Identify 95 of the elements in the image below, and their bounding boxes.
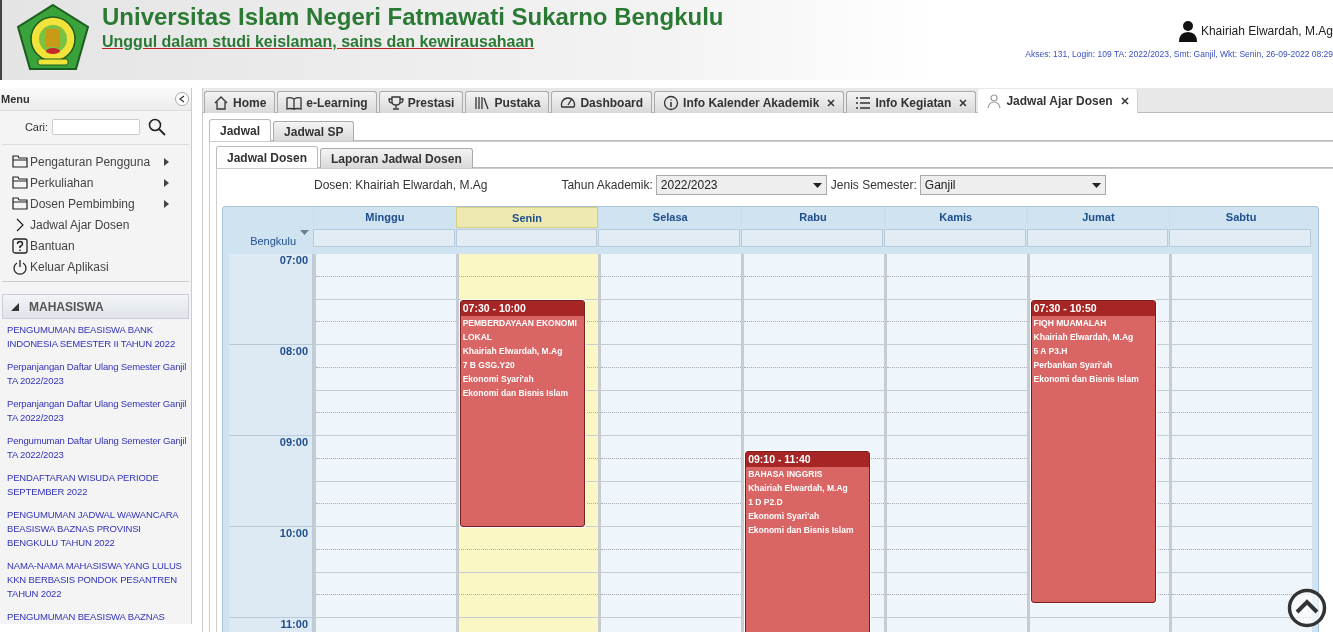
menu-item[interactable]: Dosen Pembimbing xyxy=(30,196,162,211)
day-header: Senin xyxy=(455,207,599,228)
event-time: 07:30 - 10:50 xyxy=(1031,300,1155,316)
menu-item[interactable]: Perkuliahan xyxy=(30,175,162,190)
lecturer-name: Khairiah Elwardah, M.Ag xyxy=(747,482,849,496)
class-room: 5 A P3.H xyxy=(1032,344,1069,358)
hour-label: 11:00 xyxy=(280,618,308,630)
study-program: Ekonomi Syari'ah xyxy=(747,510,821,524)
schedule-event[interactable]: 07:30 - 10:50 FIQH MUAMALAH Khairiah Elwardah, M.Ag 5 A P3.H Perbankan Syari'ah Ekonomi dan Bisnis Islam xyxy=(1030,299,1156,603)
class-room: 1 D P2.D xyxy=(747,496,784,510)
hour-label: 07:00 xyxy=(279,254,308,266)
faculty-name: Ekonomi dan Bisnis Islam xyxy=(461,386,570,400)
book-icon xyxy=(286,94,303,111)
study-program: Ekonomi Syari'ah xyxy=(461,372,535,386)
scroll-top-icon[interactable] xyxy=(1287,588,1327,628)
tab[interactable]: Prestasi xyxy=(378,91,464,113)
person-icon xyxy=(986,93,1003,109)
tab[interactable]: Jadwal Dosen xyxy=(216,146,319,168)
tab[interactable]: Laporan Jadwal Dosen xyxy=(320,148,473,168)
announcement-link[interactable]: PENGUMUMAN BEASISWA BANK INDONESIA SEMESTER II TAHUN 2022 xyxy=(7,323,189,351)
day-header: Kamis xyxy=(883,207,1027,226)
announcement-link[interactable]: Perpanjangan Daftar Ulang Semester Ganjil TA 2022/2023 xyxy=(7,397,189,425)
folder-icon xyxy=(12,155,28,168)
lecturer-label: Dosen: Khairiah Elwardah, M.Ag xyxy=(314,178,488,192)
schedule-event[interactable]: 07:30 - 10:00 PEMBERDAYAAN EKONOMI LOKAL Khairiah Elwardah, M.Ag 7 B GSG.Y20 Ekonomi Syari'ah Ekonomi dan Bisnis Islam xyxy=(459,299,585,527)
course-title: BAHASA INGGRIS xyxy=(747,468,824,482)
tab[interactable]: Pustaka xyxy=(465,91,550,113)
search-label: Cari: xyxy=(24,121,49,133)
course-title: PEMBERDAYAAN EKONOMI LOKAL xyxy=(461,316,578,344)
day-header: Rabu xyxy=(741,207,884,226)
announcement-link[interactable]: Pengumuman Daftar Ulang Semester Ganjil TA 2022/2023 xyxy=(7,434,189,462)
collapse-button[interactable] xyxy=(175,92,189,106)
trophy-icon xyxy=(387,94,404,111)
hour-label: 09:00 xyxy=(279,436,308,448)
tab[interactable]: Dashboard xyxy=(551,91,653,113)
schedule-event[interactable]: 09:10 - 11:40 BAHASA INGGRIS Khairiah Elwardah, M.Ag 1 D P2.D Ekonomi Syari'ah Ekonomi dan Bisnis Islam xyxy=(745,451,871,632)
tab[interactable]: Jadwal SP xyxy=(273,121,355,141)
caret-down-icon xyxy=(300,230,309,235)
folder-icon xyxy=(12,176,28,189)
lecturer-name: Khairiah Elwardah, M.Ag xyxy=(461,344,564,358)
hour-label: 10:00 xyxy=(279,527,308,539)
day-header: Jumat xyxy=(1026,207,1170,226)
folder-icon xyxy=(12,197,28,210)
day-header: Selasa xyxy=(598,207,742,226)
announcement-link[interactable]: PENDAFTARAN WISUDA PERIODE SEPTEMBER 2022 xyxy=(7,471,189,499)
tab[interactable]: Home xyxy=(204,91,276,113)
announcement-link[interactable]: PENGUMUMAN BEASISWA BAZNAS xyxy=(7,610,189,624)
year-dropdown[interactable]: 2022/2023 xyxy=(655,175,827,195)
menu-item[interactable]: Bantuan xyxy=(30,238,162,253)
info-icon xyxy=(663,94,680,111)
menu-item[interactable]: Jadwal Ajar Dosen xyxy=(30,217,162,232)
chevron-left-icon xyxy=(179,95,185,103)
tab[interactable]: Info Kalender Akademik xyxy=(654,91,845,113)
site-title: Universitas Islam Negeri Fatmawati Sukarno Bengkulu xyxy=(102,3,724,31)
faculty-name: Ekonomi dan Bisnis Islam xyxy=(747,524,855,538)
help-icon xyxy=(12,237,28,254)
list-icon xyxy=(855,94,872,111)
announcement-link[interactable]: Perpanjangan Daftar Ulang Semester Ganjil TA 2022/2023 xyxy=(7,360,189,388)
tab[interactable]: Info Kegiatan xyxy=(846,91,977,113)
home-icon xyxy=(213,94,229,111)
announcement-link[interactable]: NAMA-NAMA MAHASISWA YANG LULUS KKN BERBASIS PONDOK PESANTREN TAHUN 2022 xyxy=(7,559,189,601)
caret-down-icon xyxy=(1091,182,1101,188)
day-header: Sabtu xyxy=(1169,207,1312,226)
day-header: Minggu xyxy=(313,207,456,226)
faculty-name: Ekonomi dan Bisnis Islam xyxy=(1032,372,1140,386)
panel-title: MAHASISWA xyxy=(29,299,104,314)
course-title: FIQH MUAMALAH xyxy=(1032,316,1108,330)
search-field[interactable] xyxy=(52,119,141,135)
menu-item[interactable]: Pengaturan Pengguna xyxy=(30,154,162,169)
class-room: 7 B GSG.Y20 xyxy=(461,358,516,372)
tagline-link[interactable]: Unggul dalam studi keislaman, sains dan kewirausahaan xyxy=(102,33,535,51)
power-icon xyxy=(12,258,28,275)
caret-down-icon xyxy=(812,182,822,188)
year-label: Tahun Akademik: xyxy=(561,178,653,192)
tab[interactable]: Jadwal Ajar Dosen xyxy=(978,89,1138,113)
panel-header[interactable]: MAHASISWA xyxy=(2,294,189,319)
lecturer-name: Khairiah Elwardah, M.Ag xyxy=(1032,330,1135,344)
session-info: Akses: 131, Login: 109 TA: 2022/2023, Smt: Ganjil, Wkt: Senin, 26-09-2022 08:29 xyxy=(1025,49,1333,59)
event-time: 09:10 - 11:40 xyxy=(746,452,870,468)
tab[interactable]: Jadwal xyxy=(209,119,272,141)
search-icon xyxy=(148,118,167,136)
menu-title: Menu xyxy=(1,93,30,105)
announcement-link[interactable]: PENGUMUMAN JADWAL WAWANCARA BEASISWA BAZNAS PROVINSI BENGKULU TAHUN 2022 xyxy=(7,508,189,550)
user-icon xyxy=(1177,20,1198,42)
user-name: Khairiah Elwardah, M.Ag xyxy=(1200,24,1333,38)
library-icon xyxy=(474,94,491,111)
hour-label: 08:00 xyxy=(279,345,308,357)
gauge-icon xyxy=(560,94,577,111)
tab[interactable]: e-Learning xyxy=(277,91,377,113)
event-time: 07:30 - 10:00 xyxy=(460,300,584,316)
semester-dropdown[interactable]: Ganjil xyxy=(919,175,1106,195)
semester-label: Jenis Semester: xyxy=(830,178,917,192)
menu-item[interactable]: Keluar Aplikasi xyxy=(30,259,162,274)
study-program: Perbankan Syari'ah xyxy=(1032,358,1114,372)
timezone-label: Bengkulu xyxy=(250,235,296,247)
